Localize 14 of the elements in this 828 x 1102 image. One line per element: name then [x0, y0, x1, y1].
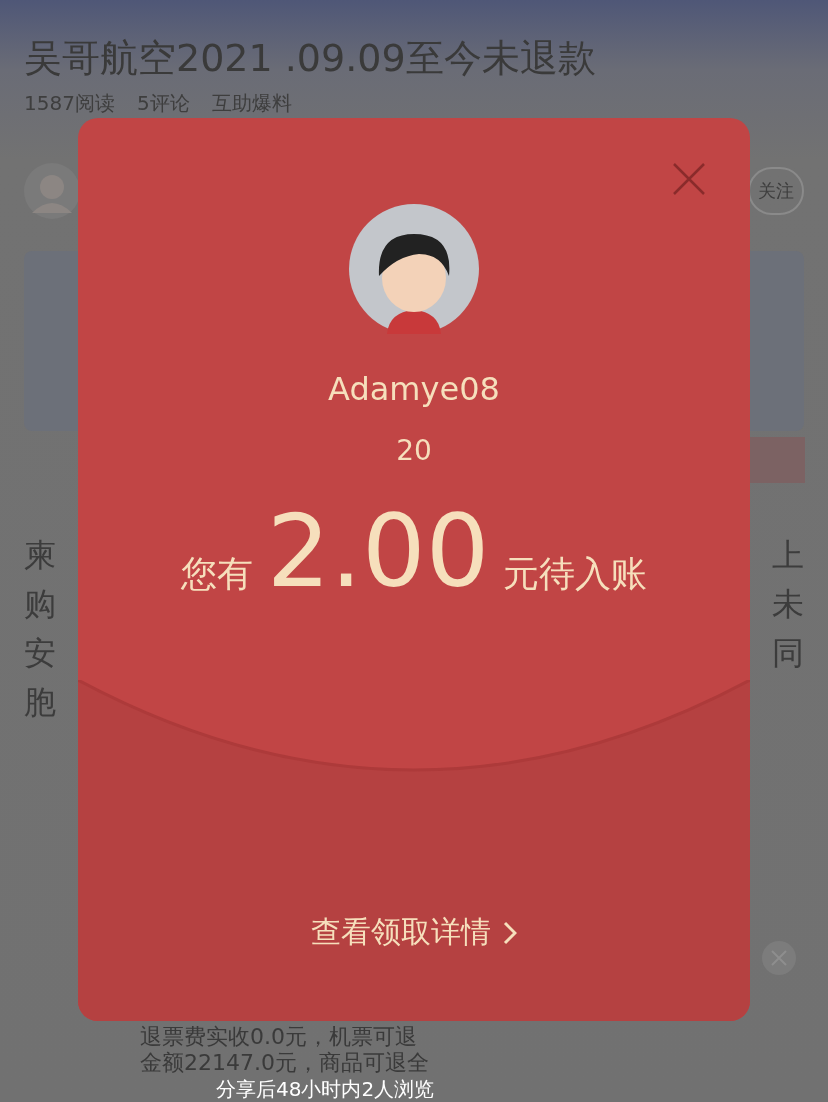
close-icon[interactable]	[672, 162, 706, 196]
amount-label: 您有	[180, 552, 253, 596]
packet-count: 20	[396, 434, 432, 467]
chevron-icon	[503, 920, 517, 945]
avatar-icon	[24, 163, 80, 219]
amount-value: 2.00	[266, 497, 490, 607]
details-link[interactable]: 查看领取详情	[303, 908, 525, 957]
close-icon[interactable]	[762, 941, 796, 975]
body-text: 金额22147.0元，商品可退全	[140, 1050, 430, 1076]
amount-label: 元待入账	[503, 552, 648, 596]
sender-name: Adamye08	[328, 370, 500, 408]
share-banner-text: 分享后48小时内2人浏览	[216, 1078, 436, 1100]
article-title: 吴哥航空2021 .09.09至今未退款	[23, 35, 597, 82]
avatar-icon	[349, 204, 479, 334]
